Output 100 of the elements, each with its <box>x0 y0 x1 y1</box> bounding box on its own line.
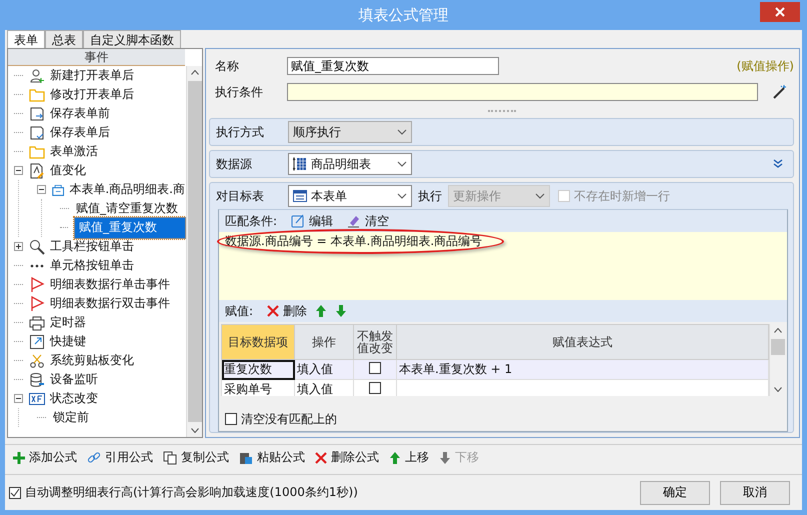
collapse-toggle[interactable] <box>14 394 23 403</box>
field-label: 执行条件 <box>214 84 264 100</box>
scissors-icon <box>29 352 45 368</box>
name-field[interactable]: 赋值_重复次数 <box>287 57 499 75</box>
folder-icon <box>29 144 45 160</box>
tab[interactable]: 总表 <box>45 30 83 48</box>
database-icon <box>29 372 45 388</box>
toolbar-button[interactable]: 粘贴公式 <box>239 449 305 466</box>
tree-item[interactable]: 保存表单后 <box>49 124 111 141</box>
table-cell[interactable]: 重复次数 <box>222 360 294 380</box>
toolbar-button[interactable]: 删除公式 <box>315 449 379 466</box>
scroll-up-icon[interactable] <box>190 70 198 75</box>
wand-icon[interactable] <box>772 84 788 100</box>
section-label: 匹配条件: <box>225 212 278 230</box>
up-arrow-icon <box>389 450 401 465</box>
tree-item[interactable]: 设备监听 <box>49 371 99 388</box>
collapse-toggle[interactable] <box>37 185 46 194</box>
tree-item[interactable]: 赋值_请空重复次数 <box>75 200 179 217</box>
dialog-button[interactable]: 取消 <box>720 480 790 505</box>
field-label: 数据源 <box>215 156 253 172</box>
tree-item[interactable]: 工具栏按钮单击 <box>49 238 135 255</box>
double-chevron-icon[interactable] <box>773 159 783 169</box>
toolbar-button[interactable]: 上移 <box>389 449 429 466</box>
form-icon <box>293 190 307 202</box>
scroll-down-icon[interactable] <box>774 387 782 392</box>
tree-item[interactable]: 本表单.商品明细表.商 <box>68 181 186 198</box>
link-icon <box>87 450 101 465</box>
delete-button[interactable]: 删除 <box>267 302 308 320</box>
save-icon <box>29 106 45 122</box>
condition-field[interactable] <box>287 83 758 101</box>
tree-item[interactable]: 单元格按钮单击 <box>49 257 135 274</box>
tree-header: 事件 <box>8 49 185 66</box>
tree-item[interactable]: 修改打开表单后 <box>49 86 135 103</box>
field-label: 执行方式 <box>215 124 265 140</box>
grid-icon <box>293 157 307 171</box>
printer-icon <box>29 314 45 330</box>
toolbar-button[interactable]: 引用公式 <box>87 449 153 466</box>
field-label: 名称 <box>214 58 240 74</box>
mode-dropdown[interactable]: 顺序执行 <box>288 121 412 143</box>
tree-item[interactable]: 定时器 <box>49 314 87 331</box>
folder-icon <box>29 86 45 102</box>
up-arrow-icon[interactable] <box>315 304 328 318</box>
toolbar-button[interactable]: 复制公式 <box>163 449 229 466</box>
shortcut-icon <box>29 334 45 350</box>
tree-item[interactable]: 明细表数据行双击事件 <box>49 295 171 312</box>
tree-item[interactable]: 新建打开表单后 <box>49 67 135 84</box>
no-trigger-checkbox[interactable] <box>369 362 381 374</box>
tree-item[interactable]: 表单激活 <box>49 143 99 160</box>
paste-icon <box>239 450 253 465</box>
scrollbar-thumb[interactable] <box>188 81 202 422</box>
tree-item[interactable]: 明细表数据行单击事件 <box>49 276 171 293</box>
expand-toggle[interactable] <box>14 242 23 251</box>
tab[interactable]: 自定义脚本函数 <box>83 30 181 48</box>
document-pencil-icon <box>29 162 45 178</box>
tree-item[interactable]: 值变化 <box>49 162 87 179</box>
column-header: 赋值表达式 <box>396 324 768 360</box>
down-arrow-icon[interactable] <box>335 304 348 318</box>
close-button[interactable] <box>760 2 800 22</box>
table-cell[interactable]: 采购单号 <box>222 380 294 396</box>
scrollbar[interactable] <box>186 66 202 437</box>
table-cell: 填入值 <box>294 380 354 396</box>
section-label: 赋值: <box>225 302 254 320</box>
magnifier-icon <box>29 238 45 254</box>
collapse-toggle[interactable] <box>14 166 23 175</box>
dialog-button[interactable]: 确定 <box>640 480 710 505</box>
delete-icon <box>315 452 327 464</box>
scroll-up-icon[interactable] <box>774 328 782 333</box>
close-icon <box>775 7 785 17</box>
edit-button[interactable]: 编辑 <box>291 212 334 230</box>
field-label: 对目标表 <box>215 188 265 204</box>
tree-item[interactable]: 状态改变 <box>49 390 99 407</box>
chevron-down-icon <box>397 129 407 135</box>
scrollbar-thumb[interactable] <box>770 339 784 355</box>
column-header: 目标数据项 <box>222 324 294 360</box>
scroll-down-icon[interactable] <box>190 428 198 433</box>
tree-item[interactable]: 锁定前 <box>52 409 90 426</box>
no-trigger-checkbox[interactable] <box>369 382 381 394</box>
plus-icon <box>13 452 25 464</box>
eraser-icon <box>347 214 362 228</box>
tree-item[interactable]: 保存表单前 <box>49 105 111 122</box>
toolbar-button[interactable]: 添加公式 <box>13 449 77 466</box>
chevron-down-icon <box>535 193 545 199</box>
table-cell: 本表单.重复次数 + 1 <box>399 362 512 376</box>
clear-button[interactable]: 清空 <box>347 212 390 230</box>
delete-icon <box>267 305 280 317</box>
tab[interactable]: 表单 <box>7 30 45 48</box>
auto-height-checkbox[interactable]: 自动调整明细表行高(计算行高会影响加载速度(1000条约1秒)) <box>9 484 358 502</box>
flag-icon <box>29 296 45 312</box>
clear-unmatched-checkbox[interactable]: 清空没有匹配上的 <box>225 410 337 428</box>
scrollbar[interactable] <box>769 324 785 396</box>
target-dropdown[interactable]: 本表单 <box>288 185 412 207</box>
chevron-down-icon <box>397 161 407 167</box>
column-header: 操作 <box>294 324 354 360</box>
field-label: 执行 <box>417 188 443 204</box>
source-dropdown[interactable]: 商品明细表 <box>288 153 412 175</box>
tree-item[interactable]: 系统剪贴板变化 <box>49 352 135 369</box>
tree-item[interactable]: 快捷键 <box>49 333 87 350</box>
down-arrow-icon <box>439 450 451 465</box>
chevron-down-icon <box>397 193 407 199</box>
tree-item[interactable]: 赋值_重复次数 <box>74 216 186 238</box>
